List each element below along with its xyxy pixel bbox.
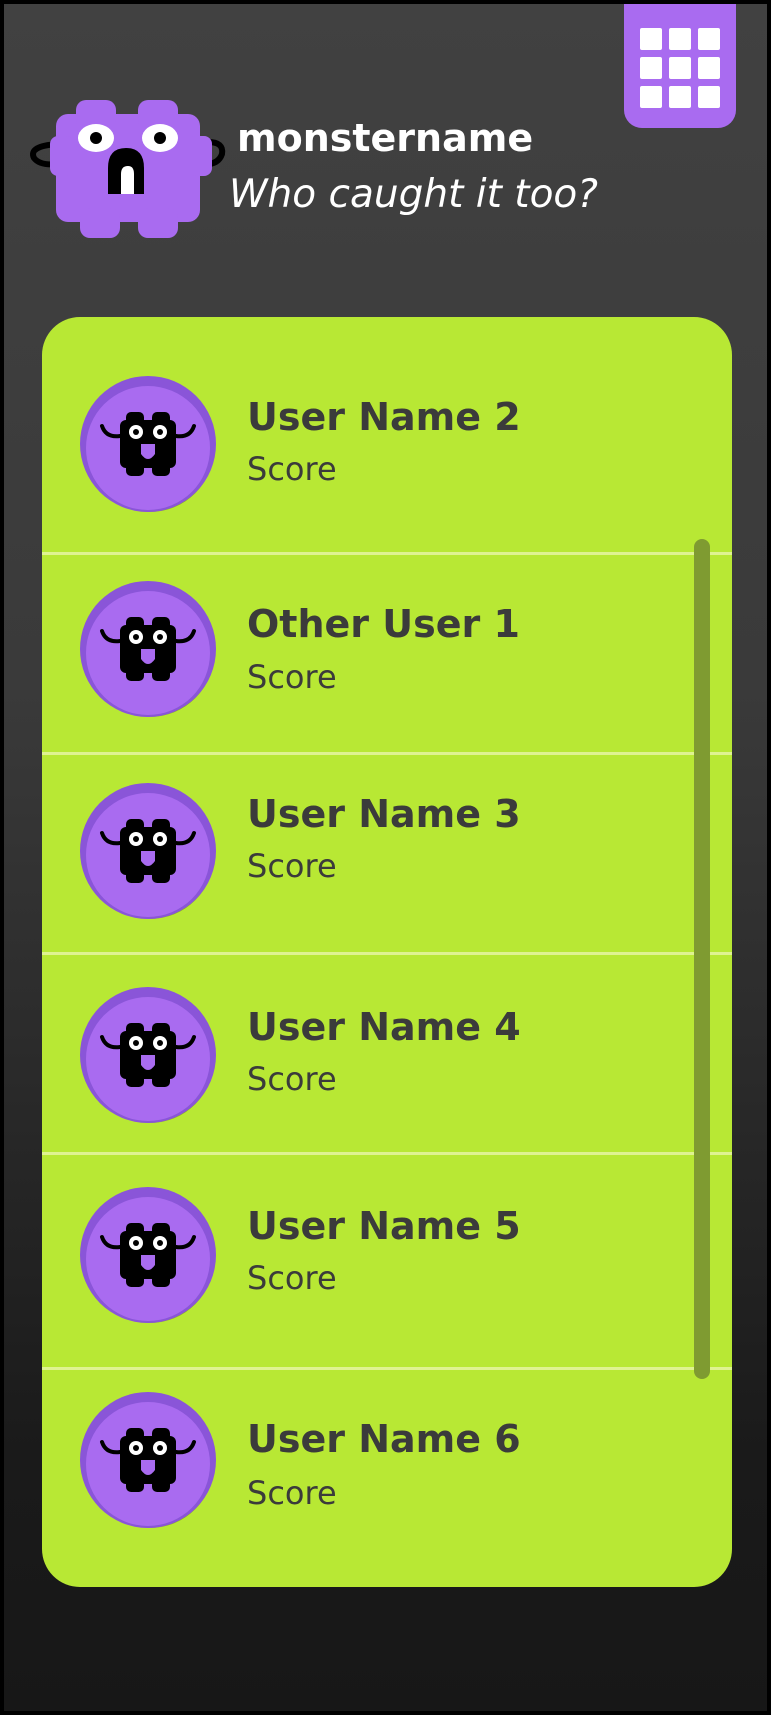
- user-name: User Name 2: [247, 395, 521, 439]
- monster-avatar-icon: [80, 1392, 216, 1528]
- user-score: Score: [247, 1259, 337, 1297]
- scrollbar[interactable]: [694, 539, 710, 1379]
- user-list[interactable]: User Name 2 Score Other User 1 Score Use…: [42, 317, 732, 1587]
- monster-avatar-icon: [80, 1187, 216, 1323]
- user-name: User Name 5: [247, 1204, 521, 1248]
- user-name: Other User 1: [247, 602, 520, 646]
- user-name: User Name 4: [247, 1005, 521, 1049]
- user-score: Score: [247, 847, 337, 885]
- monster-mascot-icon: [30, 100, 226, 238]
- list-item[interactable]: Other User 1 Score: [42, 555, 732, 753]
- list-item[interactable]: User Name 2 Score: [42, 317, 732, 553]
- list-item[interactable]: User Name 6 Score: [42, 1370, 732, 1587]
- user-score: Score: [247, 658, 337, 696]
- user-name: User Name 3: [247, 792, 521, 836]
- monster-avatar-icon: [80, 987, 216, 1123]
- list-item[interactable]: User Name 4 Score: [42, 955, 732, 1153]
- user-score: Score: [247, 1474, 337, 1512]
- app-screen: monstername Who caught it too? User Name…: [0, 0, 771, 1715]
- monster-avatar-icon: [80, 783, 216, 919]
- list-item[interactable]: User Name 3 Score: [42, 755, 732, 953]
- user-score: Score: [247, 450, 337, 488]
- monster-name: monstername: [237, 116, 534, 160]
- user-score: Score: [247, 1060, 337, 1098]
- grid-menu-button[interactable]: [624, 4, 736, 128]
- list-item[interactable]: User Name 5 Score: [42, 1155, 732, 1368]
- monster-avatar-icon: [80, 376, 216, 512]
- monster-avatar-icon: [80, 581, 216, 717]
- subtitle: Who caught it too?: [229, 172, 598, 217]
- user-name: User Name 6: [247, 1417, 521, 1461]
